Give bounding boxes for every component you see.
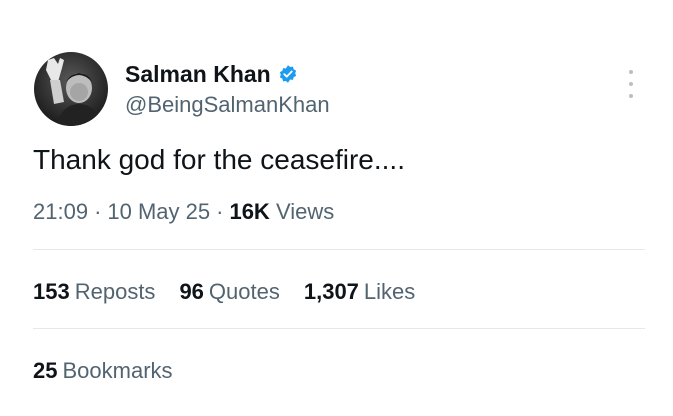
quotes-count: 96 — [179, 279, 204, 304]
avatar-image — [34, 52, 108, 126]
views-count: 16K — [229, 199, 270, 224]
tweet-time[interactable]: 21:09 — [33, 199, 88, 224]
tweet-date[interactable]: 10 May 25 — [107, 199, 210, 224]
reposts-label: Reposts — [74, 279, 156, 304]
more-dot — [629, 70, 633, 74]
more-dot — [629, 94, 633, 98]
more-dot — [629, 82, 633, 86]
meta-separator: · — [94, 199, 102, 224]
tweet-meta: 21:09 · 10 May 25 · 16K Views — [33, 199, 334, 225]
bookmarks-stat[interactable]: 25 Bookmarks — [33, 358, 173, 384]
reposts-stat[interactable]: 153 Reposts — [33, 279, 155, 305]
more-options-icon[interactable] — [626, 70, 636, 98]
quotes-stat[interactable]: 96 Quotes — [179, 279, 279, 305]
likes-stat[interactable]: 1,307 Likes — [304, 279, 415, 305]
views-label: Views — [275, 199, 335, 224]
bookmarks-label: Bookmarks — [62, 358, 173, 383]
author-display-name[interactable]: Salman Khan — [125, 61, 271, 88]
author-handle[interactable]: @BeingSalmanKhan — [125, 92, 330, 118]
tweet-card: Salman Khan @BeingSalmanKhan Thank god f… — [0, 0, 673, 416]
likes-label: Likes — [363, 279, 416, 304]
divider — [33, 328, 645, 329]
quotes-label: Quotes — [208, 279, 280, 304]
likes-count: 1,307 — [303, 279, 359, 304]
author-name-row: Salman Khan — [125, 59, 298, 89]
reposts-count: 153 — [33, 279, 70, 304]
verified-badge-icon — [278, 64, 298, 84]
meta-separator: · — [216, 199, 224, 224]
engagement-stats: 153 Reposts 96 Quotes 1,307 Likes — [33, 279, 415, 305]
bookmarks-count: 25 — [33, 358, 58, 383]
divider — [33, 249, 645, 250]
tweet-text: Thank god for the ceasefire.... — [33, 144, 405, 175]
avatar[interactable] — [34, 52, 108, 126]
